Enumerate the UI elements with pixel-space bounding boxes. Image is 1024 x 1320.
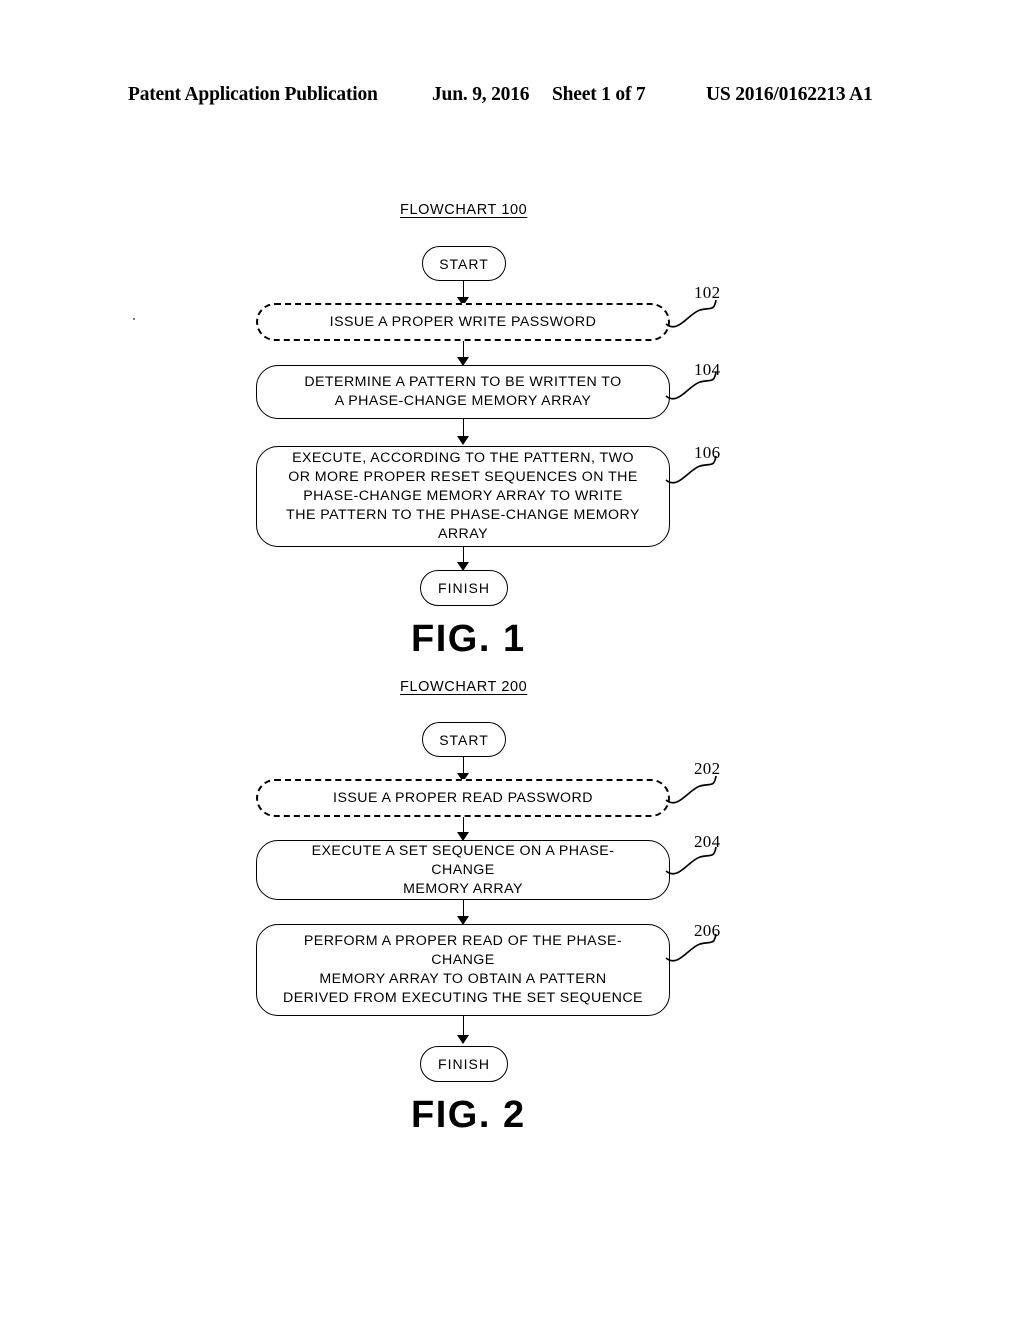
- flowchart-200-step-204: EXECUTE A SET SEQUENCE ON A PHASE-CHANGE…: [256, 840, 670, 900]
- header-date: Jun. 9, 2016: [432, 84, 530, 105]
- figure-1-caption: FIG. 1: [411, 618, 526, 660]
- finish-label: FINISH: [438, 1056, 490, 1072]
- ref-numeral-104: 104: [694, 360, 721, 379]
- header-sheet-number: Sheet 1 of 7: [552, 84, 646, 105]
- step-202-text: ISSUE A PROPER READ PASSWORD: [333, 789, 593, 806]
- flowchart-200-title: FLOWCHART 200: [400, 679, 528, 695]
- flowchart-100-step-106: EXECUTE, ACCORDING TO THE PATTERN, TWO O…: [256, 446, 670, 547]
- finish-label: FINISH: [438, 580, 490, 596]
- step-206-text: PERFORM A PROPER READ OF THE PHASE-CHANG…: [283, 933, 643, 1006]
- flowchart-100-finish-node: FINISH: [420, 570, 508, 606]
- scan-artifact: [133, 318, 135, 320]
- ref-numeral-202: 202: [694, 759, 721, 778]
- ref-numeral-102: 102: [694, 283, 721, 302]
- page-header: Patent Application Publication Jun. 9, 2…: [0, 84, 1024, 110]
- start-label: START: [439, 255, 489, 272]
- flowchart-200-start-node: START: [422, 722, 506, 757]
- flowchart-200-finish-node: FINISH: [420, 1046, 508, 1082]
- header-publication-title: Patent Application Publication: [128, 84, 378, 105]
- flowchart-100-start-node: START: [422, 246, 506, 281]
- step-106-text: EXECUTE, ACCORDING TO THE PATTERN, TWO O…: [286, 450, 640, 542]
- header-patent-number: US 2016/0162213 A1: [706, 84, 873, 105]
- figure-2-caption: FIG. 2: [411, 1094, 526, 1136]
- step-204-text: EXECUTE A SET SEQUENCE ON A PHASE-CHANGE…: [311, 842, 615, 897]
- start-label: START: [439, 731, 489, 748]
- arrowhead-104-to-106: [457, 436, 469, 445]
- flowchart-100-step-102: ISSUE A PROPER WRITE PASSWORD: [256, 303, 670, 341]
- flowchart-200-step-202: ISSUE A PROPER READ PASSWORD: [256, 779, 670, 817]
- ref-numeral-106: 106: [694, 443, 721, 462]
- step-104-text: DETERMINE A PATTERN TO BE WRITTEN TO A P…: [304, 374, 622, 409]
- flowchart-200-step-206: PERFORM A PROPER READ OF THE PHASE-CHANG…: [256, 924, 670, 1016]
- step-102-text: ISSUE A PROPER WRITE PASSWORD: [329, 313, 597, 330]
- ref-numeral-206: 206: [694, 921, 721, 940]
- flowchart-100-title: FLOWCHART 100: [400, 202, 528, 218]
- arrowhead-206-to-finish: [457, 1035, 469, 1044]
- flowchart-100-step-104: DETERMINE A PATTERN TO BE WRITTEN TO A P…: [256, 365, 670, 419]
- ref-numeral-204: 204: [694, 832, 721, 851]
